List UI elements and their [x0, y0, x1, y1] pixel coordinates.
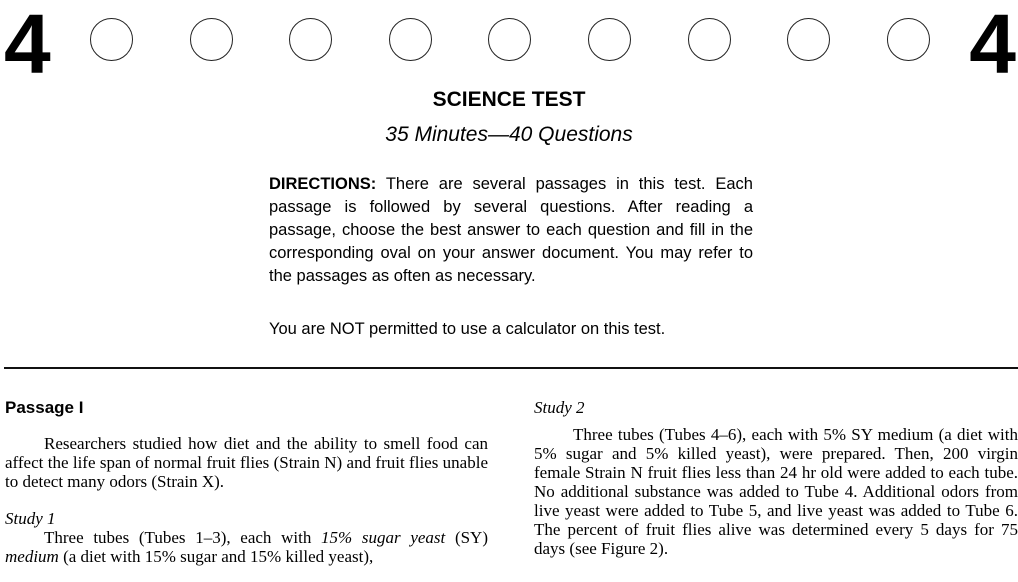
study-2-text: Three tubes (Tubes 4–6), each with 5% SY… [534, 425, 1018, 558]
study-1-text-part: (a diet with 15% sugar and 15% killed ye… [58, 547, 374, 566]
passage-column-right: Study 2 Three tubes (Tubes 4–6), each wi… [534, 398, 1018, 558]
answer-oval [190, 18, 233, 61]
directions-label: DIRECTIONS: [269, 175, 377, 193]
test-title: SCIENCE TEST [432, 88, 586, 111]
directions: DIRECTIONS: There are several passages i… [269, 173, 753, 288]
answer-oval [90, 18, 133, 61]
answer-oval [688, 18, 731, 61]
passage-column-left: Passage I Researchers studied how diet a… [5, 398, 488, 566]
study-1-text-part: (SY) [445, 528, 488, 547]
calculator-note: You are NOT permitted to use a calculato… [269, 320, 666, 338]
answer-oval [588, 18, 631, 61]
study-1-term: medium [5, 547, 59, 566]
study-1-heading: Study 1 [5, 509, 56, 528]
study-2-heading: Study 2 [534, 398, 585, 417]
study-1-term: 15% sugar yeast [321, 528, 446, 547]
section-divider [4, 367, 1018, 369]
answer-oval [289, 18, 332, 61]
passage-intro: Researchers studied how diet and the abi… [5, 434, 488, 491]
page-number-right: 4 [969, 0, 1016, 91]
answer-oval [488, 18, 531, 61]
page-number-left: 4 [4, 0, 51, 91]
study-1-text-part: Three tubes (Tubes 1–3), each with [44, 528, 322, 547]
test-subtitle: 35 Minutes—40 Questions [385, 123, 633, 146]
answer-oval [787, 18, 830, 61]
study-1-text: Three tubes (Tubes 1–3), each with 15% s… [5, 528, 488, 566]
answer-oval [389, 18, 432, 61]
answer-oval [887, 18, 930, 61]
passage-title: Passage I [5, 398, 84, 417]
